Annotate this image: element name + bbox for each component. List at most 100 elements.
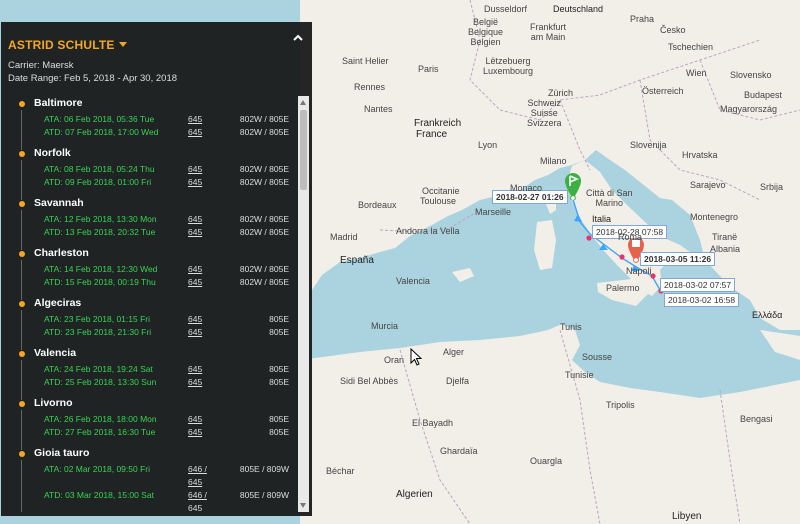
scroll-down-icon[interactable] [300, 503, 306, 508]
ata-text: ATA: 02 Mar 2018, 09:50 Fri [44, 464, 150, 474]
ata-row: ATA: 06 Feb 2018, 05:36 Tue 645 802W / 805… [34, 113, 298, 126]
voyage-link[interactable]: 645 [188, 213, 202, 226]
map-label: Tripolis [606, 400, 635, 410]
map-label: Praha [630, 14, 655, 24]
service-direction: 802W / 805E [239, 114, 289, 124]
port-dot [19, 451, 25, 457]
timeline-line [21, 110, 22, 150]
customer-dropdown[interactable]: ASTRID SCHULTE [8, 38, 127, 52]
map-label: Palermo [606, 283, 640, 293]
map-label: Deutschland [553, 4, 604, 14]
ata-text: ATA: 24 Feb 2018, 19:24 Sat [44, 364, 153, 374]
atd-text: ATD: 07 Feb 2018, 17:00 Wed [44, 127, 159, 137]
route-tag-end: 2018-03-05 11:26 [640, 252, 716, 266]
map-label: Česko [660, 25, 686, 35]
map-label: Ouargla [530, 456, 563, 466]
timeline-line [21, 160, 22, 200]
voyage-link[interactable]: 645 [188, 113, 202, 126]
atd-row: ATD: 13 Feb 2018, 20:32 Tue 645 802W / 805… [34, 226, 298, 239]
map-label: France [416, 129, 448, 140]
mouse-cursor-icon [410, 348, 422, 366]
date-range-label: Date Range: Feb 5, 2018 - Apr 30, 2018 [8, 73, 178, 84]
map-label: Alger [443, 347, 465, 357]
port-stop[interactable]: Norfolk ATA: 08 Feb 2018, 05:24 Thu 645 80… [1, 146, 298, 200]
voyage-link[interactable]: 646 / [188, 463, 207, 476]
port-stop[interactable]: Livorno ATA: 26 Feb 2018, 18:00 Mon 645 80… [1, 396, 298, 450]
service-direction: 802W / 805E [239, 164, 289, 174]
map-label: Marseille [475, 207, 512, 217]
atd-text: ATD: 09 Feb 2018, 01:00 Fri [44, 177, 152, 187]
carrier-label: Carrier: Maersk [8, 60, 74, 71]
service-direction: 802W / 805E [239, 177, 289, 187]
map-label: Algerien [396, 489, 433, 500]
service-direction: 802W / 805E [239, 277, 289, 287]
map-label: Frankfurt am Main [530, 22, 567, 42]
voyage-link[interactable]: 645 [188, 426, 202, 439]
voyage-link[interactable]: 645 [188, 126, 202, 139]
map-label: Lëtzebuerg Luxembourg [483, 56, 534, 76]
voyage-link[interactable]: 645 [188, 413, 202, 426]
collapse-chevron-up-icon[interactable] [292, 32, 304, 44]
atd-row: ATD: 09 Feb 2018, 01:00 Fri 645 802W / 805… [34, 176, 298, 189]
timeline-line [21, 410, 22, 450]
port-stops-list[interactable]: Baltimore ATA: 06 Feb 2018, 05:36 Tue 645… [1, 96, 298, 512]
map-label: Toulouse [420, 196, 457, 206]
voyage-link[interactable]: 645 [188, 476, 202, 489]
voyage-link[interactable]: 645 [188, 313, 202, 326]
port-name: Baltimore [34, 97, 83, 109]
voyage-link[interactable]: 645 [188, 276, 202, 289]
map-label: Murcia [371, 321, 399, 331]
port-stop[interactable]: Gioia tauro ATA: 02 Mar 2018, 09:50 Fri 6… [1, 446, 298, 512]
port-stop[interactable]: Baltimore ATA: 06 Feb 2018, 05:36 Tue 645… [1, 96, 298, 150]
map-label: Tschechien [668, 42, 714, 52]
port-name: Gioia tauro [34, 447, 90, 459]
voyage-continuation-row: 645 [34, 502, 298, 512]
voyage-link[interactable]: 645 [188, 326, 202, 339]
map-label: Occitanie [422, 186, 460, 196]
port-dot [19, 101, 25, 107]
map-label: Dusseldorf [484, 4, 528, 14]
scrollbar-thumb[interactable] [300, 110, 307, 190]
port-stop[interactable]: Savannah ATA: 12 Feb 2018, 13:30 Mon 645 8… [1, 196, 298, 250]
port-stop[interactable]: Valencia ATA: 24 Feb 2018, 19:24 Sat 645 8… [1, 346, 298, 400]
voyage-link[interactable]: 645 [188, 226, 202, 239]
voyage-link[interactable]: 645 [188, 363, 202, 376]
port-stop[interactable]: Algeciras ATA: 23 Feb 2018, 01:15 Fri 645… [1, 296, 298, 350]
ata-text: ATA: 06 Feb 2018, 05:36 Tue [44, 114, 155, 124]
voyage-link[interactable]: 645 [188, 376, 202, 389]
atd-text: ATD: 03 Mar 2018, 15:00 Sat [44, 490, 154, 500]
map-label: Monaco [510, 183, 543, 193]
map-label: Tiranë [712, 232, 738, 242]
service-direction: 805E / 809W [239, 464, 289, 474]
service-direction: 805E [269, 427, 289, 437]
map-label: Bordeaux [358, 200, 397, 210]
voyage-link[interactable]: 645 [188, 502, 202, 512]
timeline-line [21, 360, 22, 400]
service-direction: 802W / 805E [239, 227, 289, 237]
port-dot [19, 301, 25, 307]
map-label: El Bayadh [412, 418, 454, 428]
voyage-link[interactable]: 645 [188, 163, 202, 176]
map-label: Milano [540, 156, 567, 166]
scroll-up-icon[interactable] [300, 100, 306, 105]
ata-row: ATA: 14 Feb 2018, 12:30 Wed 645 802W / 805… [34, 263, 298, 276]
voyage-link[interactable]: 646 / [188, 489, 207, 502]
voyage-link[interactable]: 645 [188, 176, 202, 189]
map-label: Béchar [326, 466, 355, 476]
map-label: Montenegro [690, 212, 739, 222]
map-label: Valencia [396, 276, 430, 286]
map-label: España [340, 255, 374, 266]
timeline-line [21, 210, 22, 250]
caret-down-icon [118, 42, 127, 47]
map-label: Ελλάδα [752, 310, 783, 320]
voyage-link[interactable]: 645 [188, 263, 202, 276]
port-dot [19, 201, 25, 207]
stops-scrollbar[interactable] [298, 96, 309, 512]
map-label: Zürich [548, 88, 574, 98]
port-stop[interactable]: Charleston ATA: 14 Feb 2018, 12:30 Wed 64… [1, 246, 298, 300]
ata-row: ATA: 23 Feb 2018, 01:15 Fri 645 805E [34, 313, 298, 326]
atd-row: ATD: 15 Feb 2018, 00:19 Thu 645 802W / 805… [34, 276, 298, 289]
map-label: Rennes [354, 82, 386, 92]
timeline-line [21, 260, 22, 300]
service-direction: 805E [269, 414, 289, 424]
